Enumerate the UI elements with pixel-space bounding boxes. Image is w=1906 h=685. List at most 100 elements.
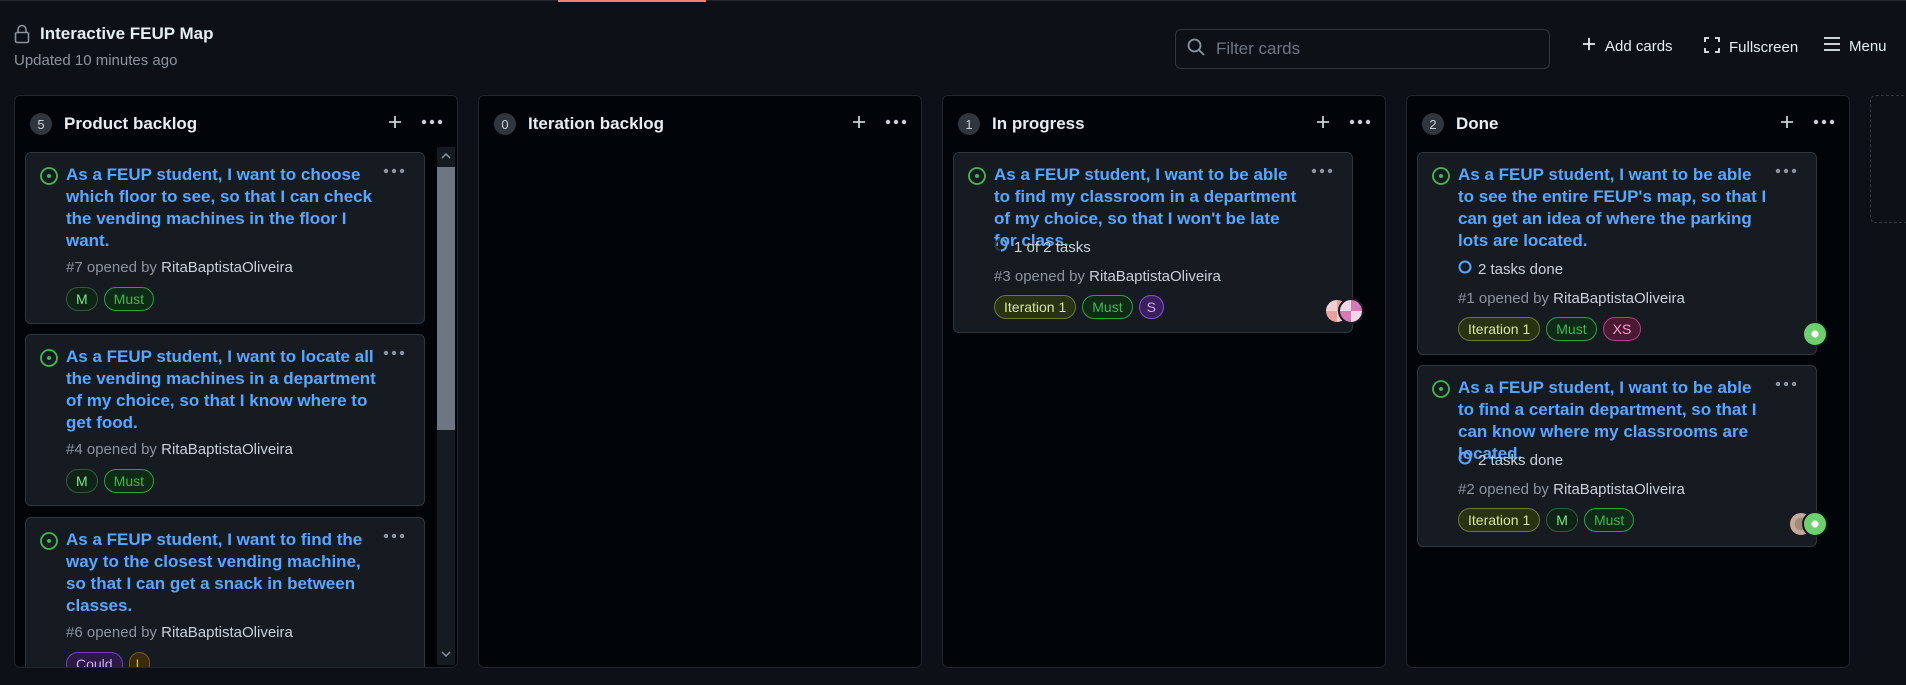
label-priority[interactable]: Must bbox=[103, 469, 155, 493]
filter-cards-input[interactable] bbox=[1216, 39, 1536, 59]
assignee-avatar[interactable] bbox=[1338, 298, 1364, 324]
card-labels: Iteration 1 Must S bbox=[994, 295, 1164, 319]
card-title-link[interactable]: As a FEUP student, I want to find the wa… bbox=[66, 529, 376, 617]
card-kebab-icon[interactable] bbox=[380, 343, 408, 363]
task-progress[interactable]: 2 tasks done bbox=[1458, 451, 1563, 469]
opened-by-text: opened by bbox=[1478, 481, 1549, 498]
card-kebab-icon[interactable] bbox=[380, 526, 408, 546]
menu-icon bbox=[1823, 36, 1841, 56]
label-size[interactable]: M bbox=[66, 469, 98, 493]
issue-number: #2 bbox=[1458, 481, 1475, 498]
card-labels: M Must bbox=[66, 287, 155, 311]
column-kebab-icon[interactable] bbox=[1810, 110, 1838, 134]
add-column-placeholder[interactable] bbox=[1870, 95, 1906, 223]
scroll-thumb[interactable] bbox=[437, 167, 455, 430]
label-iteration[interactable]: Iteration 1 bbox=[994, 295, 1077, 319]
add-card-plus-icon[interactable] bbox=[383, 110, 407, 134]
issue-number: #3 bbox=[994, 268, 1011, 285]
column-done: 2 Done As a FEUP student, I want to be a… bbox=[1406, 95, 1850, 668]
scroll-up-arrow-icon[interactable] bbox=[441, 151, 451, 161]
assignee-avatar[interactable] bbox=[1802, 511, 1828, 537]
open-issue-icon bbox=[39, 531, 59, 551]
author-link[interactable]: RitaBaptistaOliveira bbox=[1553, 481, 1685, 498]
column-kebab-icon[interactable] bbox=[882, 110, 910, 134]
task-progress-text: 2 tasks done bbox=[1478, 451, 1564, 469]
issue-card[interactable]: As a FEUP student, I want to choose whic… bbox=[25, 152, 425, 324]
label-size[interactable]: L bbox=[128, 652, 151, 667]
task-progress-text: 1 of 2 tasks bbox=[1014, 238, 1091, 256]
issue-card[interactable]: As a FEUP student, I want to find the wa… bbox=[25, 517, 425, 667]
column-card-count: 1 bbox=[958, 113, 980, 135]
card-kebab-icon[interactable] bbox=[1308, 161, 1336, 181]
column-header: 1 In progress bbox=[943, 96, 1385, 152]
card-title-link[interactable]: As a FEUP student, I want to be able to … bbox=[1458, 164, 1768, 252]
column-title: Done bbox=[1456, 114, 1499, 133]
open-issue-icon bbox=[1431, 379, 1451, 399]
task-progress-icon bbox=[1458, 260, 1472, 278]
column-kebab-icon[interactable] bbox=[1346, 110, 1374, 134]
scroll-down-arrow-icon[interactable] bbox=[441, 649, 451, 659]
task-progress-icon bbox=[994, 238, 1008, 256]
author-link[interactable]: RitaBaptistaOliveira bbox=[1089, 268, 1221, 285]
label-priority[interactable]: Must bbox=[103, 287, 155, 311]
fullscreen-button[interactable]: Fullscreen bbox=[1703, 36, 1798, 58]
label-size[interactable]: XS bbox=[1602, 317, 1642, 341]
issue-card[interactable]: As a FEUP student, I want to be able to … bbox=[1417, 152, 1828, 355]
add-cards-button[interactable]: Add cards bbox=[1581, 36, 1673, 56]
card-kebab-icon[interactable] bbox=[380, 161, 408, 181]
issue-card[interactable]: As a FEUP student, I want to locate all … bbox=[25, 334, 425, 506]
author-link[interactable]: RitaBaptistaOliveira bbox=[161, 259, 293, 276]
label-priority[interactable]: Must bbox=[1583, 508, 1635, 532]
fullscreen-label: Fullscreen bbox=[1729, 38, 1799, 56]
label-iteration[interactable]: Iteration 1 bbox=[1458, 317, 1541, 341]
label-priority[interactable]: Could bbox=[66, 652, 123, 667]
task-progress[interactable]: 1 of 2 tasks bbox=[994, 238, 1091, 256]
issue-card[interactable]: As a FEUP student, I want to be able to … bbox=[1417, 365, 1828, 547]
add-card-plus-icon[interactable] bbox=[847, 110, 871, 134]
open-issue-icon bbox=[967, 166, 987, 186]
card-meta: #2 opened by RitaBaptistaOliveira bbox=[1458, 481, 1685, 498]
filter-cards-field[interactable] bbox=[1175, 29, 1550, 69]
backlog-scrollbar[interactable] bbox=[437, 147, 455, 665]
column-card-count: 5 bbox=[30, 113, 52, 135]
card-meta: #6 opened by RitaBaptistaOliveira bbox=[66, 624, 293, 641]
label-size[interactable]: M bbox=[1546, 508, 1578, 532]
label-priority[interactable]: Must bbox=[1546, 317, 1597, 341]
plus-icon bbox=[1581, 36, 1597, 56]
issue-number: #1 bbox=[1458, 290, 1475, 307]
card-kebab-icon[interactable] bbox=[1772, 161, 1800, 181]
issue-card[interactable]: As a FEUP student, I want to be able to … bbox=[953, 152, 1364, 333]
lock-icon bbox=[14, 24, 30, 44]
author-link[interactable]: RitaBaptistaOliveira bbox=[161, 624, 293, 641]
card-labels: Iteration 1 M Must bbox=[1458, 508, 1635, 532]
label-iteration[interactable]: Iteration 1 bbox=[1458, 508, 1541, 532]
column-kebab-icon[interactable] bbox=[418, 110, 446, 134]
column-header: 2 Done bbox=[1407, 96, 1849, 152]
issue-number: #7 bbox=[66, 259, 83, 276]
opened-by-text: opened by bbox=[86, 441, 157, 458]
card-title-link[interactable]: As a FEUP student, I want to locate all … bbox=[66, 346, 376, 434]
open-issue-icon bbox=[1431, 166, 1451, 186]
add-card-plus-icon[interactable] bbox=[1311, 110, 1335, 134]
label-priority[interactable]: Must bbox=[1082, 295, 1133, 319]
add-cards-label: Add cards bbox=[1605, 37, 1673, 55]
author-link[interactable]: RitaBaptistaOliveira bbox=[161, 441, 293, 458]
card-kebab-icon[interactable] bbox=[1772, 374, 1800, 394]
assignee-avatar[interactable] bbox=[1802, 321, 1828, 347]
menu-button[interactable]: Menu bbox=[1823, 36, 1887, 56]
card-labels: Could L bbox=[66, 652, 151, 667]
column-product-backlog: 5 Product backlog As a FEUP student, I w… bbox=[14, 95, 458, 668]
task-progress[interactable]: 2 tasks done bbox=[1458, 260, 1563, 278]
card-meta: #1 opened by RitaBaptistaOliveira bbox=[1458, 290, 1685, 307]
column-card-count: 2 bbox=[1422, 113, 1444, 135]
label-size[interactable]: S bbox=[1138, 295, 1164, 319]
label-size[interactable]: M bbox=[66, 287, 98, 311]
opened-by-text: opened by bbox=[1014, 268, 1085, 285]
author-link[interactable]: RitaBaptistaOliveira bbox=[1553, 290, 1685, 307]
column-header: 0 Iteration backlog bbox=[479, 96, 921, 152]
column-header: 5 Product backlog bbox=[15, 96, 457, 152]
card-title-link[interactable]: As a FEUP student, I want to choose whic… bbox=[66, 164, 376, 252]
add-card-plus-icon[interactable] bbox=[1775, 110, 1799, 134]
card-meta: #4 opened by RitaBaptistaOliveira bbox=[66, 441, 293, 458]
card-labels: M Must bbox=[66, 469, 155, 493]
